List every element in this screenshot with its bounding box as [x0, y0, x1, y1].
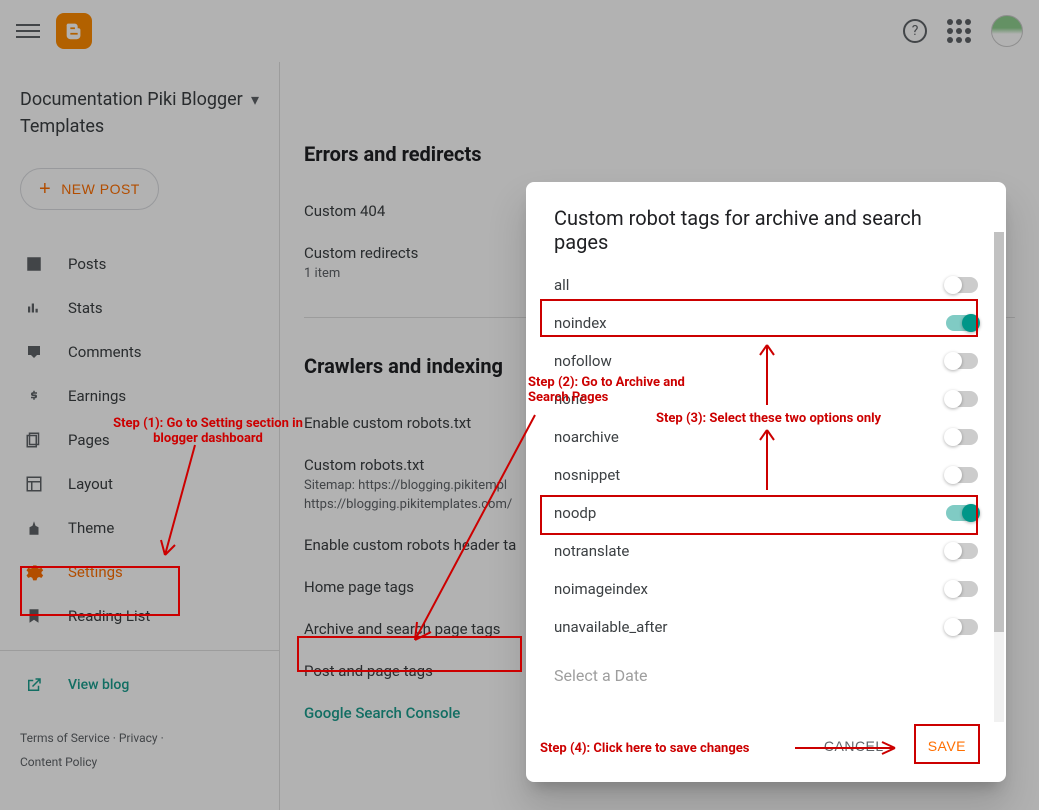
cancel-button[interactable]: CANCEL [812, 730, 896, 762]
select-date-field[interactable]: Select a Date [554, 646, 978, 697]
toggle-nofollow[interactable] [946, 353, 978, 369]
robot-tags-dialog: Custom robot tags for archive and search… [526, 182, 1006, 782]
toggle-noodp[interactable] [946, 505, 978, 521]
scrollbar-thumb[interactable] [994, 232, 1004, 632]
toggle-unavailable-after[interactable] [946, 619, 978, 635]
option-nofollow: nofollow [554, 342, 978, 380]
dialog-title: Custom robot tags for archive and search… [526, 182, 1006, 266]
dialog-actions: CANCEL SAVE [526, 718, 1006, 782]
option-noodp: noodp [554, 494, 978, 532]
toggle-noarchive[interactable] [946, 429, 978, 445]
toggle-noindex[interactable] [946, 315, 978, 331]
dialog-body: all noindex nofollow none noarchive nosn… [526, 266, 1006, 718]
toggle-notranslate[interactable] [946, 543, 978, 559]
option-all: all [554, 266, 978, 304]
option-noimageindex: noimageindex [554, 570, 978, 608]
option-notranslate: notranslate [554, 532, 978, 570]
toggle-all[interactable] [946, 277, 978, 293]
toggle-noimageindex[interactable] [946, 581, 978, 597]
option-none: none [554, 380, 978, 418]
option-noindex: noindex [554, 304, 978, 342]
option-nosnippet: nosnippet [554, 456, 978, 494]
toggle-nosnippet[interactable] [946, 467, 978, 483]
option-unavailable-after: unavailable_after [554, 608, 978, 646]
save-button[interactable]: SAVE [912, 730, 982, 762]
toggle-none[interactable] [946, 391, 978, 407]
option-noarchive: noarchive [554, 418, 978, 456]
